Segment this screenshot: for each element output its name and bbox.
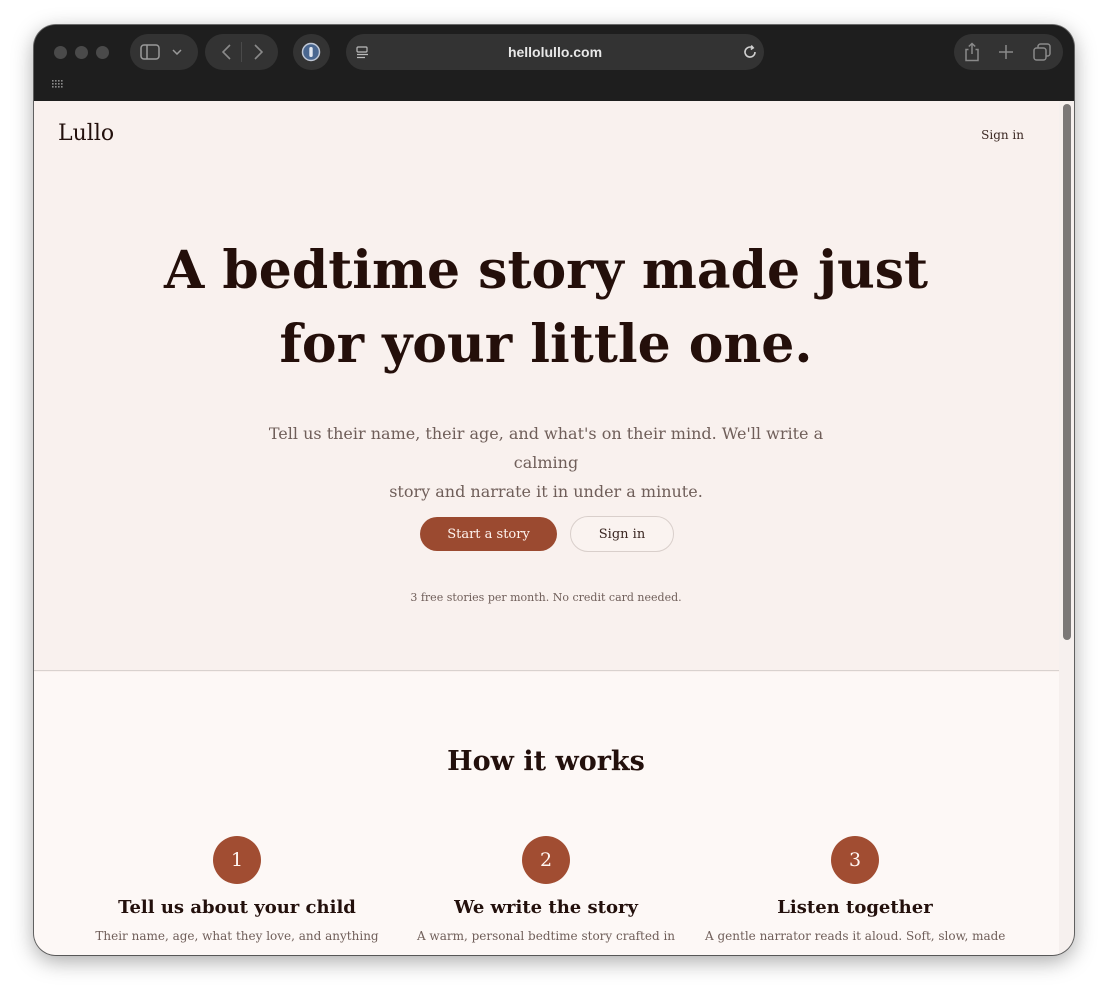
step-number-badge: 3 bbox=[831, 836, 879, 884]
how-it-works-title: How it works bbox=[447, 746, 645, 777]
zoom-window-button[interactable] bbox=[96, 46, 109, 59]
step-number-badge: 1 bbox=[213, 836, 261, 884]
close-window-button[interactable] bbox=[54, 46, 67, 59]
address-bar[interactable]: hellolullo.com bbox=[346, 34, 764, 70]
site-logo[interactable]: Lullo bbox=[58, 121, 114, 146]
browser-window: hellolullo.com Lullo Sign in A bedtime s… bbox=[34, 25, 1074, 955]
url-text: hellolullo.com bbox=[507, 44, 603, 60]
forward-icon[interactable] bbox=[249, 43, 267, 61]
history-navigation bbox=[205, 34, 278, 70]
how-it-works-section: How it works 1 Tell us about your child … bbox=[34, 672, 1059, 955]
grid-icon[interactable] bbox=[51, 78, 63, 90]
subtitle-line-1: Tell us their name, their age, and what'… bbox=[268, 424, 824, 472]
step-title: Listen together bbox=[777, 897, 933, 918]
new-tab-icon[interactable] bbox=[997, 43, 1015, 61]
subtitle-line-2: story and narrate it in under a minute. bbox=[389, 482, 703, 501]
chevron-down-icon bbox=[170, 46, 184, 58]
nav-divider bbox=[241, 42, 242, 62]
window-actions bbox=[954, 34, 1063, 70]
tabs-overview-icon[interactable] bbox=[1032, 42, 1052, 62]
fine-print: 3 free stories per month. No credit card… bbox=[410, 591, 682, 604]
step-description: A gentle narrator reads it aloud. Soft, … bbox=[705, 929, 1006, 943]
page-viewport: Lullo Sign in A bedtime story made just … bbox=[34, 101, 1074, 955]
nav-sign-in-link[interactable]: Sign in bbox=[981, 128, 1024, 142]
extension-icon bbox=[301, 42, 321, 62]
browser-toolbar: hellolullo.com bbox=[34, 25, 1074, 101]
hero-section: Lullo Sign in A bedtime story made just … bbox=[34, 101, 1059, 671]
sidebar-toggle[interactable] bbox=[130, 34, 198, 70]
hero-headline: A bedtime story made just for your littl… bbox=[146, 234, 946, 382]
sidebar-icon bbox=[140, 43, 160, 61]
step-card: 1 Tell us about your child Their name, a… bbox=[87, 836, 387, 943]
hero-subtitle: Tell us their name, their age, and what'… bbox=[246, 419, 846, 506]
share-icon[interactable] bbox=[962, 41, 982, 63]
hero-sign-in-button[interactable]: Sign in bbox=[570, 516, 674, 552]
headline-line-2: for your little one. bbox=[279, 314, 813, 375]
step-description: A warm, personal bedtime story crafted i… bbox=[416, 929, 676, 943]
back-icon[interactable] bbox=[217, 43, 235, 61]
minimize-window-button[interactable] bbox=[75, 46, 88, 59]
step-card: 3 Listen together A gentle narrator read… bbox=[705, 836, 1005, 943]
scrollbar-thumb[interactable] bbox=[1063, 104, 1071, 640]
headline-line-1: A bedtime story made just bbox=[163, 240, 929, 301]
page-scrollbar[interactable] bbox=[1059, 101, 1074, 955]
step-card: 2 We write the story A warm, personal be… bbox=[396, 836, 696, 943]
step-number-badge: 2 bbox=[522, 836, 570, 884]
start-story-button[interactable]: Start a story bbox=[420, 517, 557, 551]
step-title: Tell us about your child bbox=[118, 897, 356, 918]
extension-button[interactable] bbox=[293, 34, 330, 70]
step-title: We write the story bbox=[454, 897, 638, 918]
step-description: Their name, age, what they love, and any… bbox=[95, 929, 379, 943]
reload-icon[interactable] bbox=[742, 44, 758, 60]
